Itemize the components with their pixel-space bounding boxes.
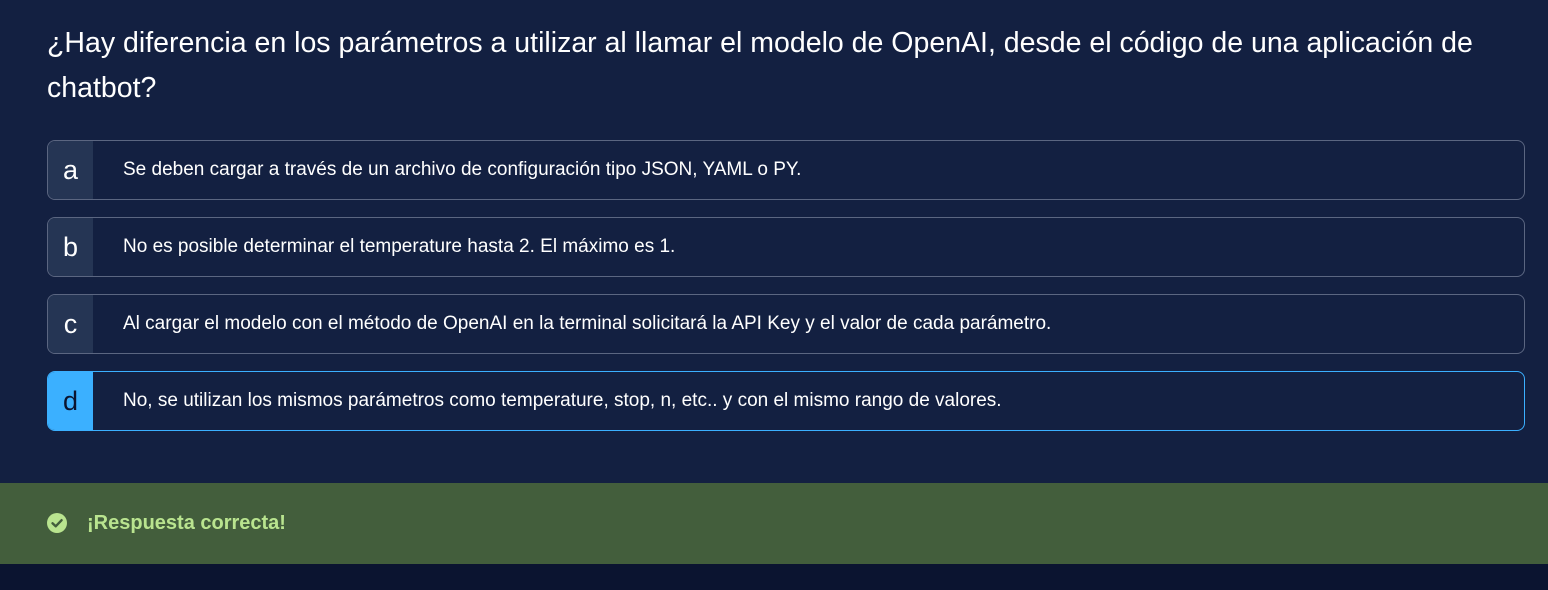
option-a[interactable]: a Se deben cargar a través de un archivo… [47,140,1525,200]
option-text: Se deben cargar a través de un archivo d… [123,159,802,180]
option-b[interactable]: b No es posible determinar el temperatur… [47,217,1525,277]
option-text: No es posible determinar el temperature … [123,236,676,257]
option-letter: b [48,218,93,276]
check-circle-icon [47,513,67,533]
option-letter: c [48,295,93,353]
question-text: ¿Hay diferencia en los parámetros a util… [47,27,1473,104]
option-d[interactable]: d No, se utilizan los mismos parámetros … [47,371,1525,431]
option-letter: a [48,141,93,199]
option-text: Al cargar el modelo con el método de Ope… [123,313,1052,334]
option-letter: d [48,372,93,430]
quiz-panel: ¿Hay diferencia en los parámetros a util… [0,0,1548,483]
option-text: No, se utilizan los mismos parámetros co… [123,390,1002,411]
feedback-message: ¡Respuesta correcta! [87,512,286,534]
option-c[interactable]: c Al cargar el modelo con el método de O… [47,294,1525,354]
feedback-banner: ¡Respuesta correcta! [0,483,1548,564]
